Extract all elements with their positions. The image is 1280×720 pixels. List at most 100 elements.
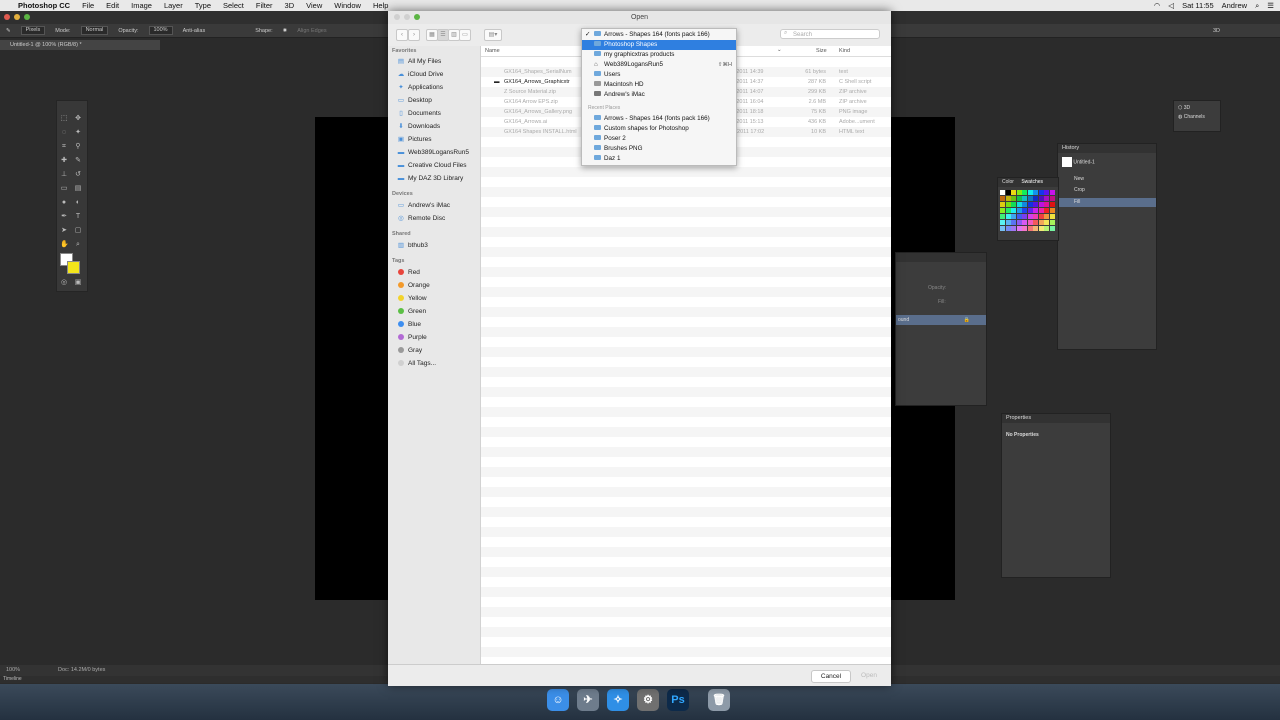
swatch[interactable] [1044, 214, 1049, 219]
dialog-zoom-icon[interactable] [414, 14, 420, 20]
swatch[interactable] [1049, 208, 1055, 213]
path-menu-users[interactable]: Users [582, 70, 736, 80]
menu-file[interactable]: File [76, 1, 100, 10]
tag-blue[interactable]: Blue [397, 319, 421, 331]
finder-icon[interactable]: ☺ [547, 689, 569, 711]
document-info[interactable]: Doc: 14.2M/0 bytes [58, 667, 105, 673]
trash-icon[interactable]: 🗑 [708, 689, 730, 711]
tab-swatches[interactable]: Swatches [1021, 179, 1043, 185]
quick-mask-icon[interactable]: ◎ [60, 279, 68, 287]
swatch[interactable] [1005, 190, 1011, 195]
forward-icon[interactable]: › [408, 29, 420, 41]
swatch[interactable] [1011, 208, 1016, 213]
hand-tool-icon[interactable]: ✋ [60, 241, 69, 249]
swatch[interactable] [1005, 202, 1011, 207]
swatch[interactable] [1038, 190, 1044, 195]
tag-gray[interactable]: Gray [397, 345, 422, 357]
spotlight-icon[interactable]: ⌕ [1255, 1, 1259, 11]
menu-filter[interactable]: Filter [250, 1, 279, 10]
cancel-button[interactable]: Cancel [811, 670, 851, 683]
system-preferences-icon[interactable]: ⚙ [637, 689, 659, 711]
swatch[interactable] [1049, 226, 1055, 231]
menu-help[interactable]: Help [367, 1, 394, 10]
sidebar-item-imac[interactable]: ▭ Andrew's iMac [397, 200, 450, 212]
path-menu-imac[interactable]: Andrew's iMac [582, 90, 736, 100]
sidebar-item-desktop[interactable]: ▭ Desktop [397, 95, 432, 107]
swatch[interactable] [1049, 220, 1055, 225]
sidebar-item-pictures[interactable]: ▣ Pictures [397, 134, 432, 146]
swatch[interactable] [1000, 214, 1005, 219]
swatch[interactable] [1038, 208, 1044, 213]
swatch[interactable] [1022, 196, 1027, 201]
swatch[interactable] [1000, 226, 1005, 231]
swatch[interactable] [1049, 202, 1055, 207]
path-menu-graphicxtras[interactable]: my graphicxtras products [582, 50, 736, 60]
shape-tool-icon[interactable]: ✎ [6, 28, 11, 34]
swatch[interactable] [1044, 202, 1049, 207]
wifi-icon[interactable]: ◠ [1154, 1, 1161, 10]
menu-window[interactable]: Window [328, 1, 367, 10]
path-selection-tool-icon[interactable]: ➤ [60, 227, 68, 235]
column-name[interactable]: Name [485, 48, 500, 54]
tag-yellow[interactable]: Yellow [397, 293, 427, 305]
type-tool-icon[interactable]: T [74, 213, 82, 221]
swatch[interactable] [1000, 190, 1005, 195]
menu-layer[interactable]: Layer [158, 1, 189, 10]
screen-mode-icon[interactable]: ▣ [74, 279, 82, 287]
sidebar-item-applications[interactable]: ✦ Applications [397, 82, 443, 94]
swatch[interactable] [1038, 202, 1044, 207]
recent-place-item[interactable]: Arrows - Shapes 164 (fonts pack 166) [582, 114, 736, 124]
crop-tool-icon[interactable]: ⌗ [60, 143, 68, 151]
layer-row-background[interactable]: ound 🔒 [896, 315, 986, 325]
menu-app-name[interactable]: Photoshop CC [12, 1, 76, 10]
gradient-tool-icon[interactable]: ▤ [74, 185, 82, 193]
recent-place-item[interactable]: Brushes PNG [582, 144, 736, 154]
swatch[interactable] [1044, 196, 1049, 201]
timeline-label[interactable]: Timeline [3, 676, 22, 682]
dodge-tool-icon[interactable]: ◐ [74, 199, 82, 207]
swatch[interactable] [1022, 214, 1027, 219]
swatch[interactable] [1000, 202, 1005, 207]
zoom-level[interactable]: 100% [6, 667, 20, 673]
swatch[interactable] [1011, 226, 1016, 231]
swatch-grid[interactable] [1000, 190, 1056, 236]
menu-image[interactable]: Image [125, 1, 158, 10]
swatch[interactable] [1033, 214, 1038, 219]
recent-place-item[interactable]: Daz 1 [582, 154, 736, 164]
menu-view[interactable]: View [300, 1, 328, 10]
zoom-tool-icon[interactable]: ⌕ [74, 241, 82, 249]
swatch[interactable] [1005, 196, 1011, 201]
zoom-window-icon[interactable] [24, 14, 30, 20]
volume-icon[interactable]: ◁ [1168, 1, 1174, 10]
recent-place-item[interactable]: Custom shapes for Photoshop [582, 124, 736, 134]
menu-edit[interactable]: Edit [100, 1, 125, 10]
swatch[interactable] [1049, 196, 1055, 201]
swatch[interactable] [1005, 214, 1011, 219]
swatch[interactable] [1044, 190, 1049, 195]
swatch[interactable] [1000, 220, 1005, 225]
marquee-tool-icon[interactable]: ⬚ [60, 115, 68, 123]
history-state-new[interactable]: New [1074, 176, 1084, 182]
swatch[interactable] [1027, 214, 1033, 219]
lasso-tool-icon[interactable]: ◌ [60, 129, 68, 137]
path-menu-current[interactable]: ✓ Arrows - Shapes 164 (fonts pack 166) [582, 30, 736, 40]
swatch[interactable] [1005, 208, 1011, 213]
swatch[interactable] [1027, 226, 1033, 231]
swatch[interactable] [1033, 202, 1038, 207]
swatch[interactable] [1027, 196, 1033, 201]
dialog-minimize-icon[interactable] [404, 14, 410, 20]
mini-panel-channels[interactable]: Channels [1184, 114, 1205, 120]
swatch[interactable] [1011, 202, 1016, 207]
swatch[interactable] [1000, 208, 1005, 213]
swatch[interactable] [1016, 220, 1022, 225]
path-menu-photoshop-shapes[interactable]: Photoshop Shapes [582, 40, 736, 50]
tool-mode-select[interactable]: Pixels [20, 26, 46, 35]
healing-tool-icon[interactable]: ✚ [60, 157, 68, 165]
history-brush-tool-icon[interactable]: ↺ [74, 171, 82, 179]
swatch[interactable] [1038, 214, 1044, 219]
tag-purple[interactable]: Purple [397, 332, 427, 344]
properties-panel-title[interactable]: Properties [1002, 414, 1110, 423]
swatch[interactable] [1038, 220, 1044, 225]
sidebar-item-creative-cloud[interactable]: ▬ Creative Cloud Files [397, 160, 467, 172]
swatch[interactable] [1027, 202, 1033, 207]
